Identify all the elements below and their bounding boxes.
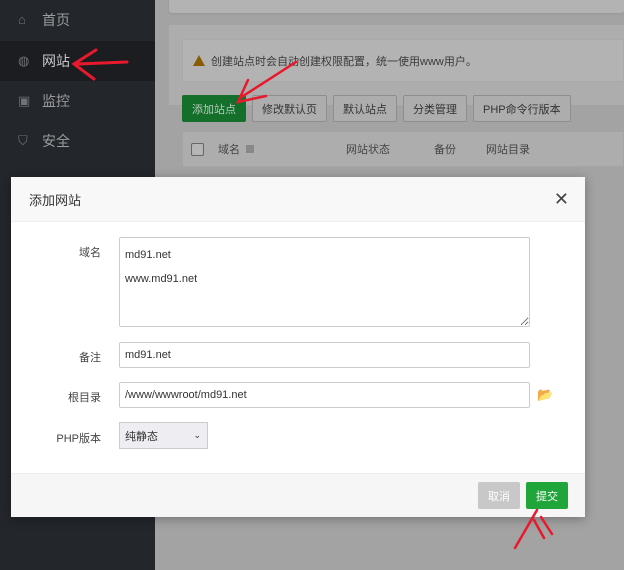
warning-icon [193, 55, 205, 66]
monitor-icon: ▣ [18, 93, 31, 108]
top-panel [169, 0, 624, 13]
note-input[interactable]: md91.net [119, 342, 530, 368]
dialog-footer: 取消 提交 [11, 473, 585, 517]
dialog-title: 添加网站 [29, 192, 82, 208]
category-manage-button[interactable]: 分类管理 [403, 95, 467, 122]
php-cli-version-button[interactable]: PHP命令行版本 [473, 95, 571, 122]
domain-textarea[interactable] [119, 237, 530, 327]
sidebar-item-label: 网站 [42, 53, 70, 69]
submit-button[interactable]: 提交 [526, 482, 568, 509]
select-all-checkbox[interactable] [191, 142, 204, 156]
root-dir-label: 根目录 [68, 392, 101, 404]
sort-icon[interactable] [246, 145, 254, 153]
sidebar-item-label: 监控 [42, 93, 70, 109]
add-website-dialog: 添加网站 ✕ 域名 备注 md91.net 根目录 /www/wwwroot/m… [11, 177, 585, 517]
home-icon: ⌂ [18, 12, 26, 27]
root-dir-input[interactable]: /www/wwwroot/md91.net [119, 382, 530, 408]
domain-label: 域名 [79, 247, 101, 259]
add-site-button[interactable]: 添加站点 [182, 95, 246, 122]
default-site-button[interactable]: 默认站点 [333, 95, 397, 122]
permission-alert: 创建站点时会自动创建权限配置，统一使用www用户。 [182, 39, 624, 82]
shield-icon: ⛉ [18, 133, 28, 148]
toolbar: 添加站点 修改默认页 默认站点 分类管理 PHP命令行版本 [182, 95, 571, 122]
chevron-down-icon: ⌄ [193, 430, 201, 440]
dialog-header: 添加网站 [11, 177, 585, 222]
table-header: 域名 网站状态 备份 网站目录 [182, 131, 624, 167]
php-version-label: PHP版本 [56, 433, 101, 445]
column-domain[interactable]: 域名 [218, 141, 240, 157]
sidebar-item-label: 首页 [42, 12, 70, 28]
php-version-select[interactable]: 纯静态 ⌄ [119, 422, 208, 449]
column-directory: 网站目录 [486, 144, 530, 156]
sidebar-item-monitor[interactable]: ▣ 监控 [0, 81, 155, 121]
php-version-value: 纯静态 [125, 430, 158, 443]
globe-icon: ◍ [18, 53, 30, 68]
column-backup: 备份 [434, 144, 456, 156]
folder-open-icon[interactable]: 📂 [537, 387, 553, 403]
note-label: 备注 [79, 352, 101, 364]
sidebar-item-label: 安全 [42, 133, 70, 149]
sidebar-item-home[interactable]: ⌂ 首页 [0, 0, 155, 40]
close-icon[interactable]: ✕ [554, 189, 569, 210]
sidebar-item-website[interactable]: ◍ 网站 [0, 41, 155, 81]
sidebar-item-security[interactable]: ⛉ 安全 [0, 121, 155, 161]
column-status: 网站状态 [346, 144, 390, 156]
alert-text: 创建站点时会自动创建权限配置，统一使用www用户。 [211, 55, 477, 68]
edit-default-page-button[interactable]: 修改默认页 [252, 95, 327, 122]
cancel-button[interactable]: 取消 [478, 482, 520, 509]
